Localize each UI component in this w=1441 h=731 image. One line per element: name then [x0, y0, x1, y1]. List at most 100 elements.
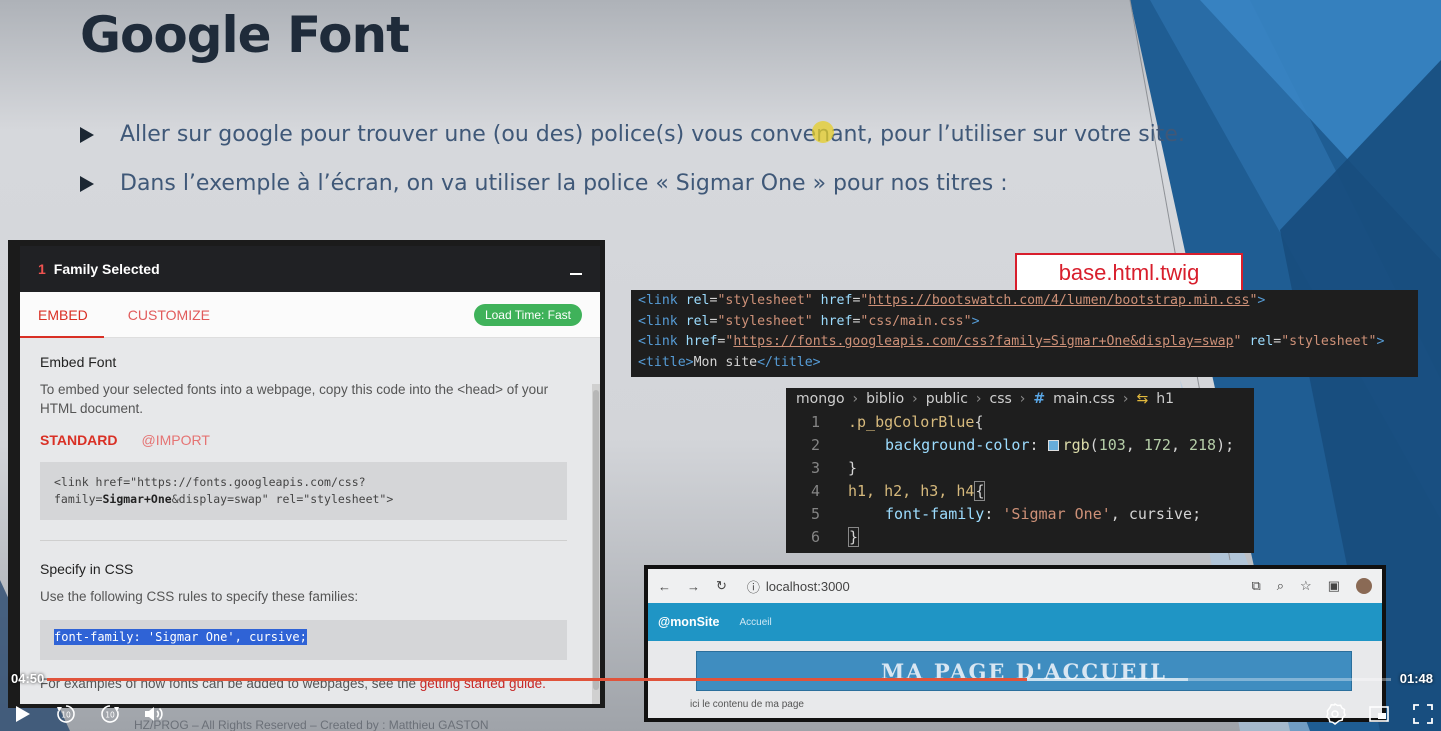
progress-buffered [1026, 678, 1189, 681]
bullet-item: Dans l’exemple à l’écran, on va utiliser… [80, 171, 1008, 196]
svg-text:10: 10 [105, 711, 115, 720]
volume-icon [145, 707, 163, 721]
site-navbar: @monSite Accueil [648, 603, 1382, 641]
browser-toolbar: ← → ↻ ⓘ localhost:3000 ⧉ ⌕ ☆ ▣ [648, 569, 1382, 603]
rewind-10-icon: 10 [57, 705, 75, 723]
embed-code-block[interactable]: <link href="https://fonts.googleapis.com… [40, 462, 567, 520]
extension-icon[interactable]: ▣ [1328, 578, 1340, 594]
fullscreen-button[interactable] [1411, 702, 1435, 726]
url-text: localhost:3000 [765, 578, 850, 594]
browser-preview: ← → ↻ ⓘ localhost:3000 ⧉ ⌕ ☆ ▣ @monSite A… [644, 565, 1386, 722]
bullet-arrow-icon [80, 126, 94, 143]
bullet-arrow-icon [80, 175, 94, 192]
page-heading: MA PAGE D'ACCUEIL [696, 651, 1352, 691]
google-fonts-panel: 1 Family Selected EMBED CUSTOMIZE Load T… [20, 246, 600, 704]
code-line: <link href="https://fonts.googleapis.com… [638, 334, 1385, 349]
active-tab-indicator [20, 336, 104, 338]
href-google-fonts: https://fonts.googleapis.com/css?family=… [733, 334, 1234, 349]
toolbar-actions: ⧉ ⌕ ☆ ▣ [1251, 578, 1372, 594]
scrollbar-thumb[interactable] [593, 390, 599, 690]
slide-footer: HZ/PROG – All Rights Reserved – Created … [134, 718, 489, 731]
current-time: 04:50 [11, 671, 45, 686]
css-heading: Specify in CSS [40, 561, 134, 577]
embed-subtabs: STANDARD @IMPORT [40, 432, 582, 448]
forward-button[interactable]: 10 [98, 702, 122, 726]
minimize-icon[interactable] [570, 273, 582, 275]
code-line: <link rel="stylesheet" href="css/main.cs… [638, 313, 980, 329]
breadcrumb-item[interactable]: main.css [1053, 391, 1115, 407]
google-fonts-screenshot: 1 Family Selected EMBED CUSTOMIZE Load T… [8, 240, 605, 708]
code-line: 2 background-color: rgb(103, 172, 218); [810, 435, 1235, 454]
fullscreen-icon [1413, 704, 1433, 724]
rewind-button[interactable]: 10 [54, 702, 78, 726]
breadcrumb-item[interactable]: h1 [1156, 391, 1174, 407]
css-rule-block[interactable]: font-family: 'Sigmar One', cursive; [40, 620, 567, 660]
color-swatch[interactable] [1047, 439, 1059, 451]
play-icon [16, 706, 30, 722]
family-count: 1 [38, 261, 46, 277]
breadcrumb-item[interactable]: css [990, 391, 1012, 407]
translate-icon[interactable]: ⧉ [1251, 578, 1260, 594]
svg-text:10: 10 [61, 711, 71, 720]
breadcrumb-item[interactable]: public [926, 391, 968, 407]
panel-tabs: EMBED CUSTOMIZE Load Time: Fast [20, 292, 600, 338]
site-brand[interactable]: @monSite [658, 615, 720, 629]
embed-description: To embed your selected fonts into a webp… [40, 382, 549, 416]
tab-customize[interactable]: CUSTOMIZE [128, 307, 210, 323]
slide-title: Google Font [80, 6, 410, 64]
miniplayer-icon [1369, 706, 1389, 722]
miniplayer-button[interactable] [1367, 702, 1391, 726]
load-time-badge: Load Time: Fast [473, 303, 582, 326]
breadcrumb-item[interactable]: mongo [796, 391, 845, 407]
pointer-highlight [812, 121, 834, 143]
code-line: 4 h1, h2, h3, h4{ [810, 480, 986, 501]
code-line: 6} [810, 526, 860, 547]
forward-icon[interactable]: → [687, 579, 700, 594]
remaining-time: 01:48 [1399, 671, 1433, 686]
panel-body: Embed Font To embed your selected fonts … [20, 338, 600, 691]
star-icon[interactable]: ☆ [1300, 578, 1312, 594]
volume-button[interactable] [142, 702, 166, 726]
css-rule-selected[interactable]: font-family: 'Sigmar One', cursive; [54, 629, 307, 645]
info-icon: ⓘ [746, 579, 760, 595]
subtab-import[interactable]: @IMPORT [142, 432, 210, 448]
back-icon[interactable]: ← [658, 579, 671, 594]
panel-header: 1 Family Selected [20, 246, 600, 292]
bullet-text: Dans l’exemple à l’écran, on va utiliser… [120, 171, 1008, 196]
play-button[interactable] [10, 702, 34, 726]
browser-window: ← → ↻ ⓘ localhost:3000 ⧉ ⌕ ☆ ▣ @monSite A… [648, 569, 1382, 718]
code-line: 3} [810, 458, 858, 477]
panel-header-title: Family Selected [53, 261, 160, 277]
reload-icon[interactable]: ↻ [716, 578, 727, 594]
zoom-icon[interactable]: ⌕ [1277, 578, 1284, 594]
page-title-text: Mon site [693, 354, 758, 370]
embed-heading: Embed Font [40, 354, 117, 370]
tab-embed[interactable]: EMBED [38, 307, 88, 323]
breadcrumb-item[interactable]: biblio [866, 391, 904, 407]
filename-label: base.html.twig [1015, 253, 1243, 292]
code-line: 1 .p_bgColorBlue{ [810, 412, 984, 431]
html-code-block: <link rel="stylesheet" href="https://boo… [631, 290, 1418, 377]
avatar[interactable] [1356, 578, 1372, 594]
subtab-standard[interactable]: STANDARD [40, 432, 118, 448]
settings-button[interactable] [1323, 702, 1347, 726]
href-bootstrap: https://bootswatch.com/4/lumen/bootstrap… [868, 293, 1250, 308]
href-main-css: css/main.css [868, 313, 964, 329]
panel-scrollbar[interactable] [592, 384, 600, 704]
embed-code-family: Sigmar+One [102, 492, 172, 506]
code-line: 5 font-family: 'Sigmar One', cursive; [810, 504, 1202, 523]
video-progress-bar[interactable] [47, 678, 1391, 681]
code-line: <link rel="stylesheet" href="https://boo… [638, 293, 1266, 308]
code-line: <title>Mon site</title> [638, 354, 821, 370]
page-content: ici le contenu de ma page [690, 699, 804, 710]
address-bar[interactable]: ⓘ localhost:3000 [747, 577, 850, 596]
bullet-item: Aller sur google pour trouver une (ou de… [80, 122, 1185, 147]
selector-icon: ⇆ [1136, 391, 1149, 407]
progress-played [47, 678, 1027, 681]
nav-home-link[interactable]: Accueil [740, 617, 772, 628]
divider [40, 540, 567, 541]
css-code-editor: mongo › biblio › public › css › # main.css › … [786, 388, 1254, 553]
embed-code-end: &display=swap" rel="stylesheet"> [171, 492, 394, 506]
css-description: Use the following CSS rules to specify t… [40, 589, 359, 604]
bullet-text: Aller sur google pour trouver une (ou de… [120, 122, 1185, 147]
